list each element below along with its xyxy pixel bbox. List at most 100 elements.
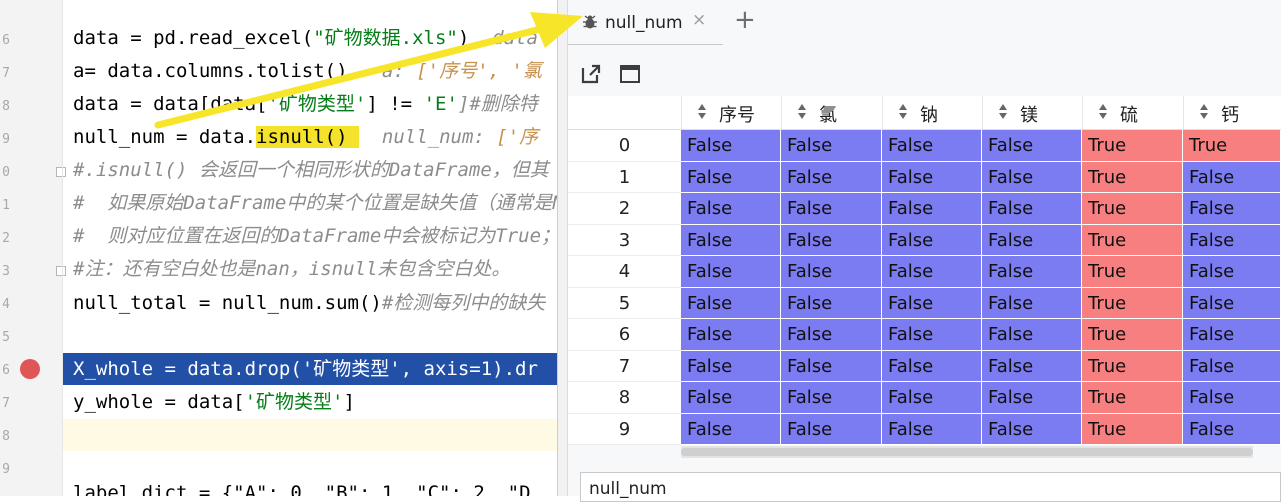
column-header[interactable]: 镁 (982, 96, 1082, 129)
code-line[interactable]: a= data.columns.tolist() a: ['序号', '氯 (63, 55, 557, 87)
table-cell[interactable]: False (681, 130, 781, 162)
table-cell[interactable]: False (1183, 319, 1281, 351)
table-cell[interactable]: False (781, 224, 882, 256)
code-line[interactable]: # 则对应位置在返回的DataFrame中会被标记为True； (63, 220, 557, 252)
table-cell[interactable]: False (781, 413, 882, 445)
column-header[interactable]: 钙 (1183, 96, 1281, 129)
table-cell[interactable]: False (1183, 224, 1281, 256)
table-row[interactable]: 9 False False False False True False (568, 413, 1281, 445)
table-cell[interactable]: False (1183, 382, 1281, 414)
table-row[interactable]: 1 False False False False True False (568, 161, 1281, 193)
sort-icon[interactable] (798, 104, 806, 120)
code-line-partial[interactable]: label_dict = {"A": 0, "B": 1, "C": 2, "D (73, 482, 531, 496)
table-cell[interactable]: False (982, 193, 1082, 225)
line-gutter[interactable]: 6 7 8 9 0 1 2 3 4 5 6 7 8 9 (0, 0, 66, 496)
table-cell[interactable]: False (781, 350, 882, 382)
sort-icon[interactable] (698, 104, 706, 120)
code-line[interactable] (63, 320, 557, 352)
table-row[interactable]: 5 False False False False True False (568, 287, 1281, 319)
table-cell[interactable]: False (982, 256, 1082, 288)
table-cell[interactable]: False (681, 193, 781, 225)
add-tab-icon[interactable]: + (734, 5, 756, 35)
table-row[interactable]: 6 False False False False True False (568, 319, 1281, 351)
maximize-icon[interactable] (619, 63, 641, 85)
table-cell[interactable]: False (781, 161, 882, 193)
table-cell[interactable]: False (781, 382, 882, 414)
horizontal-scrollbar[interactable] (681, 446, 1253, 458)
table-cell[interactable]: False (781, 287, 882, 319)
table-cell[interactable]: True (1082, 287, 1183, 319)
table-cell[interactable]: True (1082, 193, 1183, 225)
table-cell[interactable]: False (1183, 287, 1281, 319)
column-header[interactable]: 氯 (781, 96, 882, 129)
table-cell[interactable]: False (781, 256, 882, 288)
table-cell[interactable]: False (982, 130, 1082, 162)
table-cell[interactable]: False (882, 193, 982, 225)
table-cell[interactable]: False (982, 382, 1082, 414)
table-cell[interactable]: False (882, 382, 982, 414)
scrollbar-thumb[interactable] (681, 448, 1253, 456)
table-cell[interactable]: False (982, 161, 1082, 193)
table-cell[interactable]: False (781, 130, 882, 162)
table-cell[interactable]: True (1082, 413, 1183, 445)
table-cell[interactable]: True (1082, 256, 1183, 288)
table-cell[interactable]: False (681, 224, 781, 256)
table-cell[interactable]: True (1082, 350, 1183, 382)
table-cell[interactable]: False (882, 287, 982, 319)
table-cell[interactable]: False (882, 350, 982, 382)
table-cell[interactable]: False (982, 413, 1082, 445)
table-cell[interactable]: False (882, 224, 982, 256)
table-cell[interactable]: False (1183, 350, 1281, 382)
sort-icon[interactable] (999, 104, 1007, 120)
sort-icon[interactable] (899, 104, 907, 120)
table-cell[interactable]: False (982, 287, 1082, 319)
code-line[interactable]: y_whole = data['矿物类型'] (63, 386, 557, 418)
table-cell[interactable]: True (1082, 224, 1183, 256)
code-line[interactable]: data = data[data['矿物类型'] != 'E']#删除特 (63, 88, 557, 120)
table-cell[interactable]: False (681, 319, 781, 351)
table-row[interactable]: 2 False False False False True False (568, 193, 1281, 225)
table-cell[interactable]: False (681, 161, 781, 193)
table-row[interactable]: 4 False False False False True False (568, 256, 1281, 288)
table-cell[interactable]: True (1183, 130, 1281, 162)
table-row[interactable]: 0 False False False False True True (568, 130, 1281, 162)
code-line[interactable]: #.isnull() 会返回一个相同形状的DataFrame，但其 (63, 154, 557, 186)
sort-icon[interactable] (1099, 104, 1107, 120)
code-line[interactable]: # 如果原始DataFrame中的某个位置是缺失值（通常是N (63, 187, 557, 219)
column-header[interactable]: 钠 (882, 96, 982, 129)
panel-splitter[interactable] (557, 0, 568, 496)
table-cell[interactable]: False (781, 193, 882, 225)
column-header[interactable]: 序号 (681, 96, 781, 129)
sort-icon[interactable] (1200, 104, 1208, 120)
code-editor[interactable]: 6 7 8 9 0 1 2 3 4 5 6 7 8 9 data = pd.re… (0, 0, 557, 496)
table-cell[interactable]: False (882, 319, 982, 351)
code-line[interactable]: #注：还有空白处也是nan，isnull未包含空白处。 (63, 253, 557, 285)
table-cell[interactable]: False (982, 319, 1082, 351)
table-cell[interactable]: False (1183, 193, 1281, 225)
breakpoint-icon[interactable] (20, 359, 40, 379)
table-cell[interactable]: False (681, 413, 781, 445)
table-cell[interactable]: True (1082, 161, 1183, 193)
table-cell[interactable]: False (681, 382, 781, 414)
table-row[interactable]: 8 False False False False True False (568, 382, 1281, 414)
data-grid[interactable]: 序号 氯 钠 镁 硫 钙 0 False False False False True Tr… (568, 96, 1281, 446)
table-cell[interactable]: False (681, 350, 781, 382)
table-cell[interactable]: False (882, 413, 982, 445)
code-line[interactable]: data = pd.read_excel("矿物数据.xls") data (63, 22, 557, 54)
code-line[interactable]: null_num = data.isnull() null_num: ['序 (63, 121, 557, 153)
table-cell[interactable]: False (781, 319, 882, 351)
table-cell[interactable]: False (982, 224, 1082, 256)
tab-null-num[interactable]: null_num × (568, 0, 723, 45)
table-cell[interactable]: False (1183, 256, 1281, 288)
close-icon[interactable]: × (692, 10, 706, 30)
table-cell[interactable]: True (1082, 130, 1183, 162)
table-row[interactable]: 7 False False False False True False (568, 350, 1281, 382)
table-cell[interactable]: True (1082, 382, 1183, 414)
selected-code-line[interactable]: X_whole = data.drop('矿物类型', axis=1).dr (63, 353, 557, 385)
table-cell[interactable]: False (1183, 161, 1281, 193)
table-cell[interactable]: False (882, 256, 982, 288)
table-cell[interactable]: False (681, 287, 781, 319)
column-header[interactable]: 硫 (1082, 96, 1183, 129)
code-line[interactable]: null_total = null_num.sum()#检测每列中的缺失 (63, 287, 557, 319)
table-cell[interactable]: False (1183, 413, 1281, 445)
